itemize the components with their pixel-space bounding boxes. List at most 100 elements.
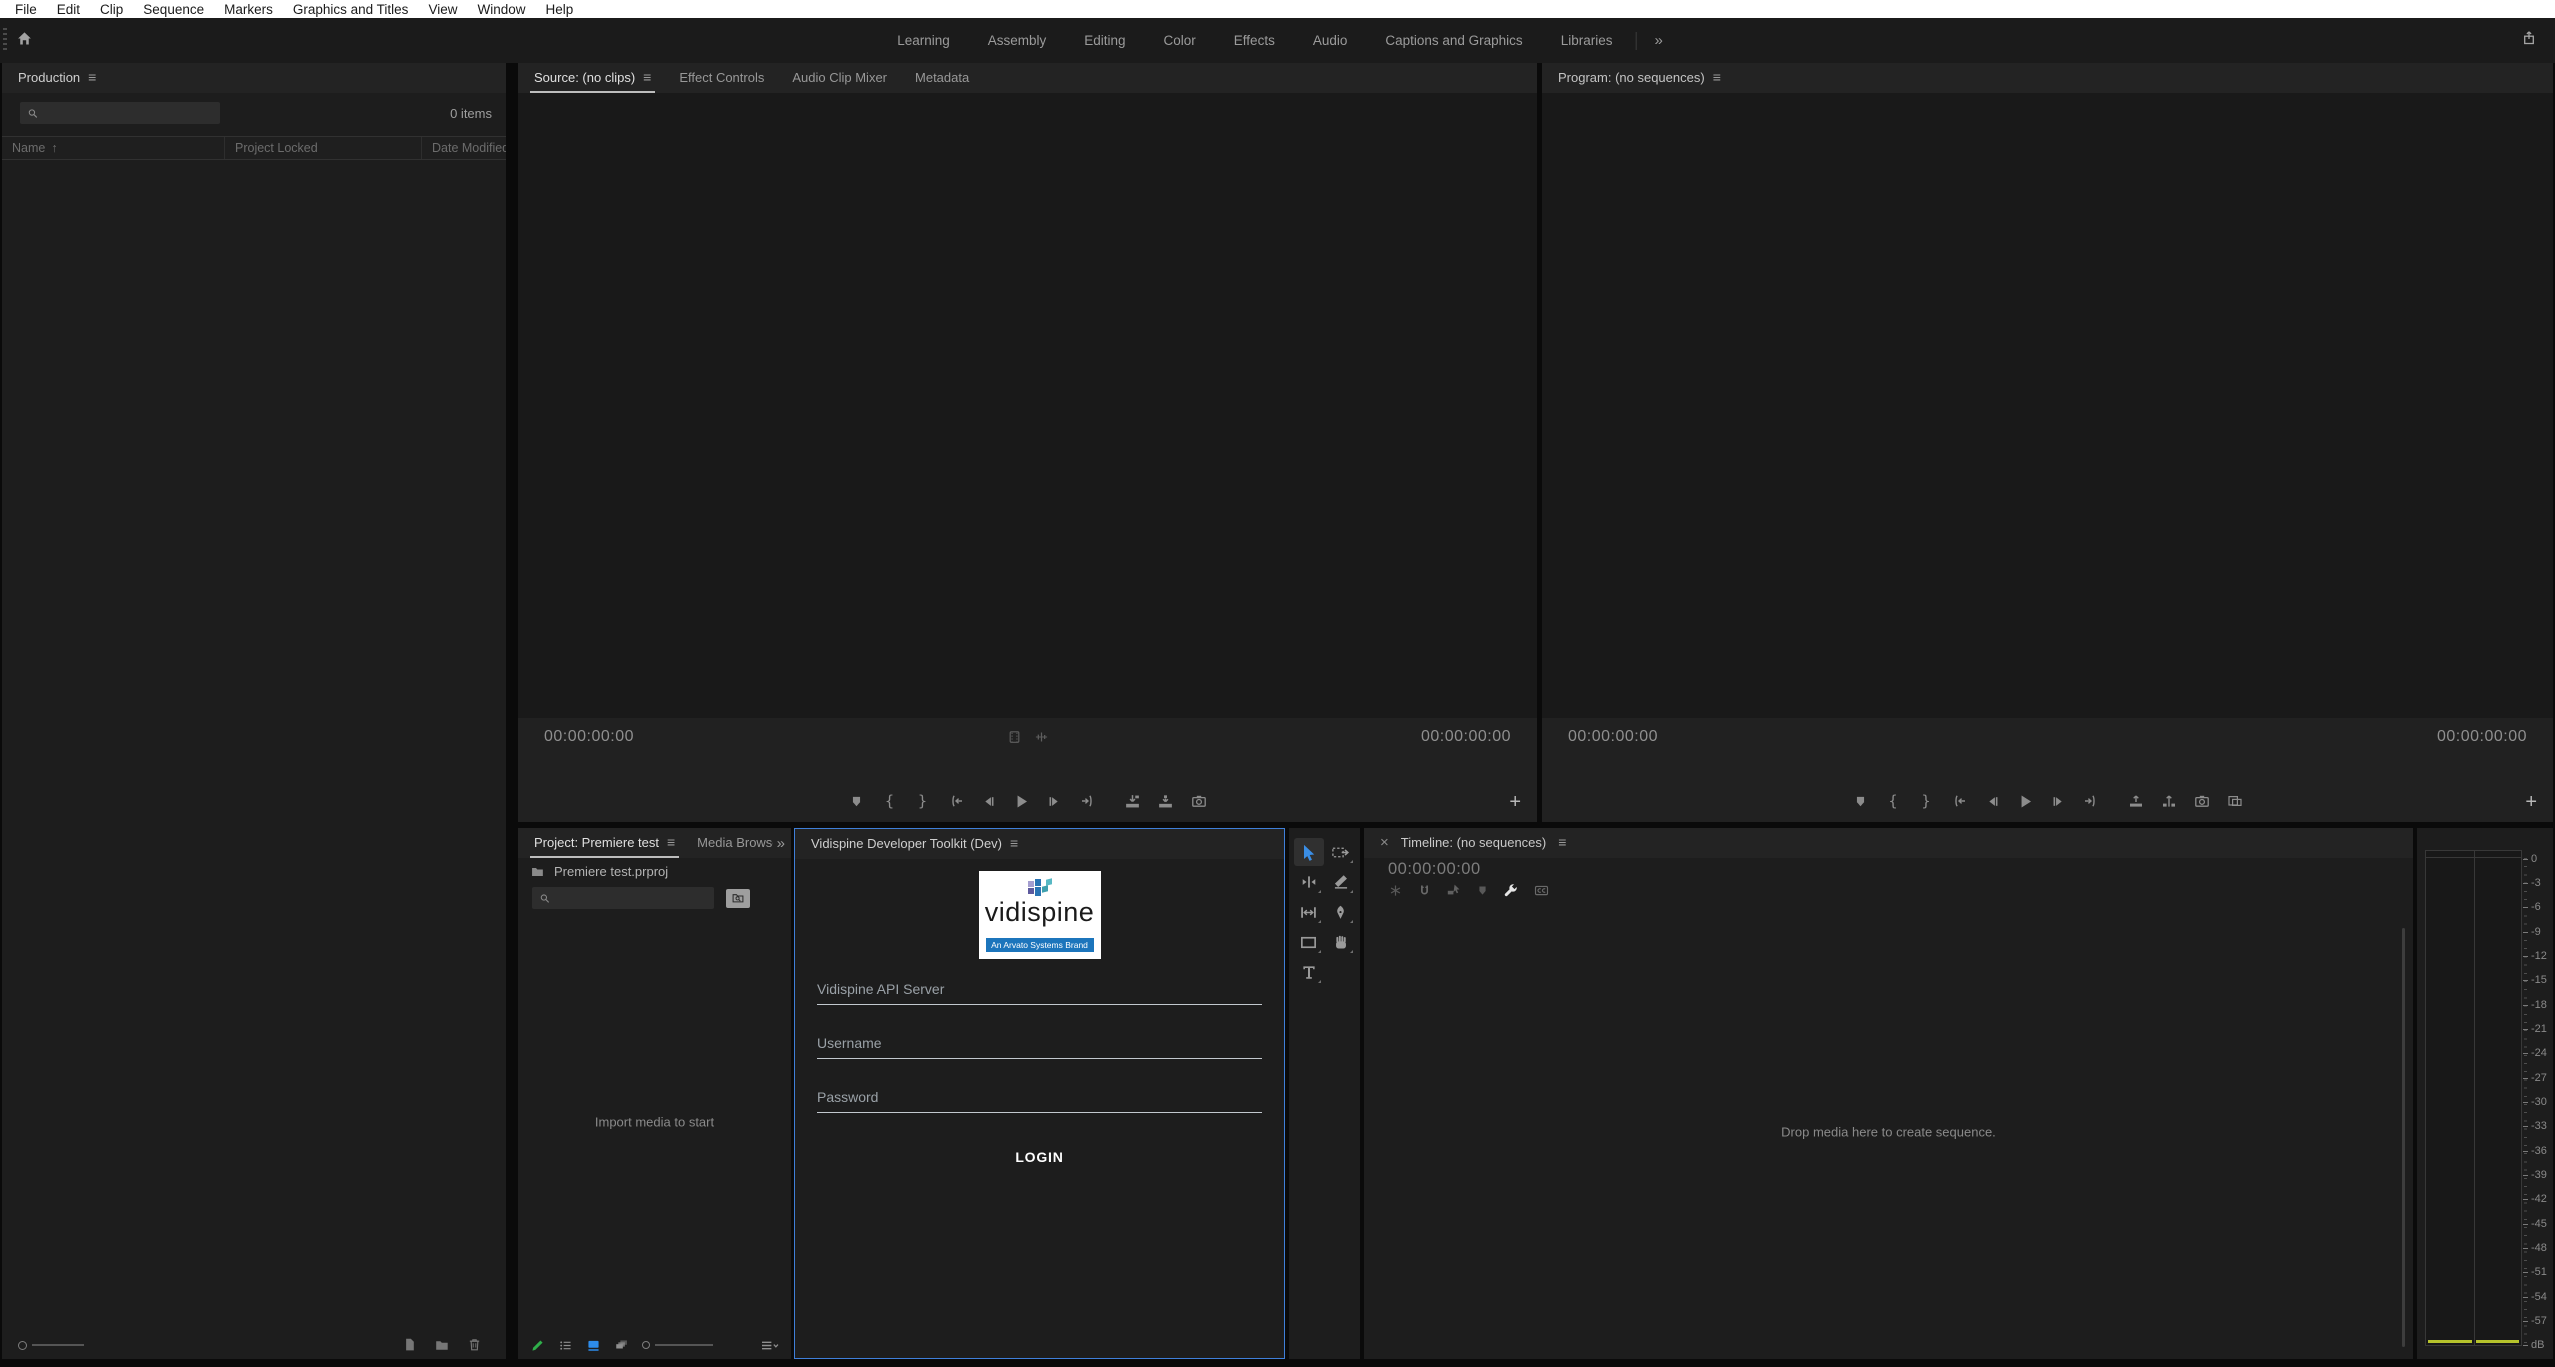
mark-out-icon[interactable]: } (913, 792, 933, 810)
nest-toggle-icon[interactable] (1388, 883, 1403, 898)
sort-options-icon[interactable] (760, 1338, 779, 1353)
export-frame-icon[interactable] (1189, 793, 1209, 809)
column-name[interactable]: Name ↑ (2, 137, 224, 159)
zoom-slider[interactable] (642, 1341, 713, 1349)
tab-metadata[interactable]: Metadata (911, 63, 973, 93)
menu-item[interactable]: Edit (47, 2, 90, 17)
snap-icon[interactable] (1417, 883, 1432, 898)
workspace-tab[interactable]: Color (1145, 33, 1215, 48)
menu-item[interactable]: Markers (214, 2, 283, 17)
menu-item[interactable]: File (5, 2, 47, 17)
timeline-timecode[interactable]: 00:00:00:00 (1388, 860, 2413, 879)
production-search[interactable] (20, 102, 220, 124)
timeline-track-area[interactable]: Drop media here to create sequence. (1364, 904, 2413, 1359)
new-item-icon[interactable] (402, 1337, 417, 1353)
tab-source[interactable]: Source: (no clips) ≡ (530, 63, 655, 93)
linked-selection-icon[interactable] (1446, 882, 1462, 898)
step-forward-icon[interactable] (1045, 794, 1065, 809)
panel-overflow-chevron[interactable]: » (777, 828, 785, 858)
source-timecode-current[interactable]: 00:00:00:00 (544, 728, 634, 746)
project-breadcrumb[interactable]: Premiere test.prproj (518, 858, 791, 882)
zoom-slider-knob[interactable] (642, 1341, 650, 1349)
slip-tool-icon[interactable] (1294, 898, 1324, 926)
go-to-in-icon[interactable] (1949, 793, 1969, 809)
audio-waveform-icon[interactable] (1034, 730, 1049, 745)
hand-tool-icon[interactable] (1326, 928, 1356, 956)
panel-menu-icon[interactable]: ≡ (1010, 835, 1018, 851)
tab-media-browser[interactable]: Media Browser (693, 828, 772, 858)
workspace-tab[interactable]: Learning (878, 33, 969, 48)
api-server-field[interactable] (817, 973, 1262, 1005)
zoom-slider-track[interactable] (655, 1344, 713, 1346)
export-icon[interactable] (2521, 30, 2537, 46)
menu-item[interactable]: Clip (90, 2, 133, 17)
panel-menu-icon[interactable]: ≡ (1713, 69, 1721, 85)
panel-menu-icon[interactable]: ≡ (667, 834, 675, 850)
overwrite-icon[interactable] (1156, 793, 1176, 810)
production-list-area[interactable] (2, 160, 506, 1331)
workspace-overflow-chevron[interactable]: » (1640, 32, 1676, 49)
workspace-tab[interactable]: Effects (1215, 33, 1294, 48)
play-icon[interactable] (2015, 793, 2035, 810)
password-field[interactable] (817, 1081, 1262, 1113)
menu-item[interactable]: Window (467, 2, 535, 17)
tab-timeline[interactable]: × Timeline: (no sequences) ≡ (1376, 828, 1570, 858)
track-select-forward-tool-icon[interactable] (1326, 838, 1356, 866)
panel-menu-icon[interactable]: ≡ (88, 69, 96, 85)
timeline-vertical-scrollbar[interactable] (2402, 928, 2405, 1347)
workspace-tab[interactable]: Audio (1294, 33, 1367, 48)
tab-production[interactable]: Production ≡ (14, 63, 100, 93)
tab-project[interactable]: Project: Premiere test ≡ (530, 828, 679, 858)
zoom-slider-track[interactable] (32, 1344, 84, 1346)
login-button[interactable]: LOGIN (817, 1149, 1262, 1165)
production-search-input[interactable] (45, 106, 213, 120)
lift-icon[interactable] (2126, 793, 2146, 809)
column-project-locked[interactable]: Project Locked (224, 137, 421, 159)
captions-cc-icon[interactable] (1533, 883, 1550, 898)
zoom-slider-knob[interactable] (18, 1341, 27, 1350)
go-to-in-icon[interactable] (946, 793, 966, 809)
zoom-slider[interactable] (18, 1341, 84, 1350)
panel-menu-icon[interactable]: ≡ (643, 69, 651, 85)
add-marker-icon[interactable] (1476, 884, 1489, 897)
home-icon[interactable] (16, 30, 33, 47)
mark-in-icon[interactable]: { (880, 792, 900, 810)
step-back-icon[interactable] (1982, 794, 2002, 809)
username-field[interactable] (817, 1027, 1262, 1059)
button-editor-plus[interactable]: + (1509, 792, 1521, 812)
freeform-view-icon[interactable] (614, 1338, 629, 1353)
step-forward-icon[interactable] (2048, 794, 2068, 809)
mark-out-icon[interactable]: } (1916, 792, 1936, 810)
list-view-icon[interactable] (558, 1338, 573, 1353)
razor-tool-icon[interactable] (1326, 868, 1356, 896)
project-search-input[interactable] (557, 891, 707, 905)
tab-vidispine-toolkit[interactable]: Vidispine Developer Toolkit (Dev) ≡ (807, 829, 1022, 859)
mark-in-icon[interactable]: { (1883, 792, 1903, 810)
menu-item[interactable]: View (418, 2, 467, 17)
insert-icon[interactable] (1123, 793, 1143, 810)
source-viewer[interactable] (518, 93, 1537, 718)
column-date-modified[interactable]: Date Modified (421, 137, 506, 159)
selection-tool-icon[interactable] (1294, 838, 1324, 866)
add-marker-icon[interactable] (847, 794, 867, 809)
go-to-out-icon[interactable] (1078, 793, 1098, 809)
tab-program[interactable]: Program: (no sequences) ≡ (1554, 63, 1725, 93)
workspace-tab[interactable]: Editing (1065, 33, 1144, 48)
button-editor-plus[interactable]: + (2525, 792, 2537, 812)
close-icon[interactable]: × (1380, 834, 1389, 851)
workspace-tab[interactable]: Assembly (969, 33, 1066, 48)
go-to-out-icon[interactable] (2081, 793, 2101, 809)
step-back-icon[interactable] (979, 794, 999, 809)
project-search[interactable] (532, 887, 714, 909)
workspace-tab[interactable]: Libraries (1542, 33, 1632, 48)
panel-menu-icon[interactable]: ≡ (1558, 834, 1566, 850)
type-tool-icon[interactable] (1294, 958, 1324, 986)
program-timecode-current[interactable]: 00:00:00:00 (1568, 728, 1658, 746)
workspace-tab[interactable]: Captions and Graphics (1366, 33, 1541, 48)
tab-effect-controls[interactable]: Effect Controls (675, 63, 768, 93)
export-frame-icon[interactable] (2192, 793, 2212, 809)
menu-item[interactable]: Sequence (133, 2, 214, 17)
add-marker-icon[interactable] (1850, 794, 1870, 809)
extract-icon[interactable] (2159, 793, 2179, 809)
search-bin-icon[interactable] (726, 889, 750, 908)
